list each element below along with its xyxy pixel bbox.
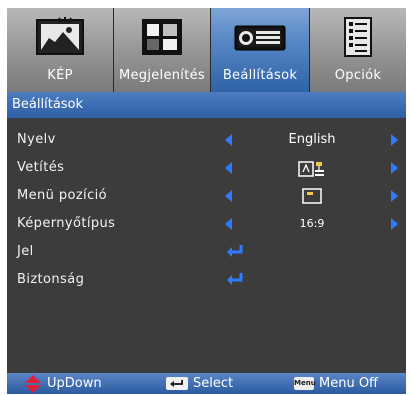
display-icon [142,19,182,55]
row-label: Biztonság [17,272,85,287]
menu-off-hint: Menu Off [319,376,379,391]
row-label: Vetítés [17,160,65,175]
row-label: Jel [17,244,34,259]
section-title: Beállítások [7,92,406,118]
options-list-icon [344,17,372,57]
tab-bar: KÉP Megjelenítés Beállítások Opciók [7,8,406,92]
tab-label: KÉP [47,68,73,83]
row-screen-type[interactable]: Képernyőtípus 16:9 [7,210,406,238]
row-label: Nyelv [17,132,56,147]
updown-hint: UpDown [47,376,102,391]
tab-settings[interactable]: Beállítások [211,8,310,92]
select-hint: Select [193,376,234,391]
projection-mode-icon [298,161,324,177]
picture-icon [36,17,84,55]
tab-display[interactable]: Megjelenítés [114,8,211,92]
arrow-left-icon[interactable] [225,162,232,174]
tab-label: Opciók [334,68,382,83]
enter-icon[interactable] [225,243,245,259]
tab-options[interactable]: Opciók [310,8,406,92]
arrow-left-icon[interactable] [225,190,232,202]
row-signal[interactable]: Jel [7,238,406,266]
menu-key-icon: Menu [294,377,316,390]
arrow-right-icon[interactable] [391,218,398,230]
screen-type-value: 16:9 [299,217,325,230]
tab-picture[interactable]: KÉP [7,8,114,92]
arrow-left-icon[interactable] [225,218,232,230]
enter-key-icon [166,377,188,390]
arrow-right-icon[interactable] [391,190,398,202]
language-value: English [288,132,336,147]
updown-arrows-icon [25,375,41,393]
tab-label: Beállítások [222,68,298,83]
row-label: Menü pozíció [17,188,107,203]
tab-label: Megjelenítés [118,68,205,83]
row-projection[interactable]: Vetítés [7,154,406,182]
osd-menu: KÉP Megjelenítés Beállítások Opciók Beál… [7,8,406,394]
enter-icon[interactable] [225,271,245,287]
menu-position-icon [302,188,322,204]
row-security[interactable]: Biztonság [7,266,406,294]
footer-help-bar: UpDown Select Menu Menu Off [7,373,406,394]
arrow-right-icon[interactable] [391,162,398,174]
arrow-left-icon[interactable] [225,134,232,146]
row-language[interactable]: Nyelv English [7,126,406,154]
arrow-right-icon[interactable] [391,134,398,146]
row-menu-position[interactable]: Menü pozíció [7,182,406,210]
projector-icon [234,25,286,51]
row-label: Képernyőtípus [17,216,116,231]
